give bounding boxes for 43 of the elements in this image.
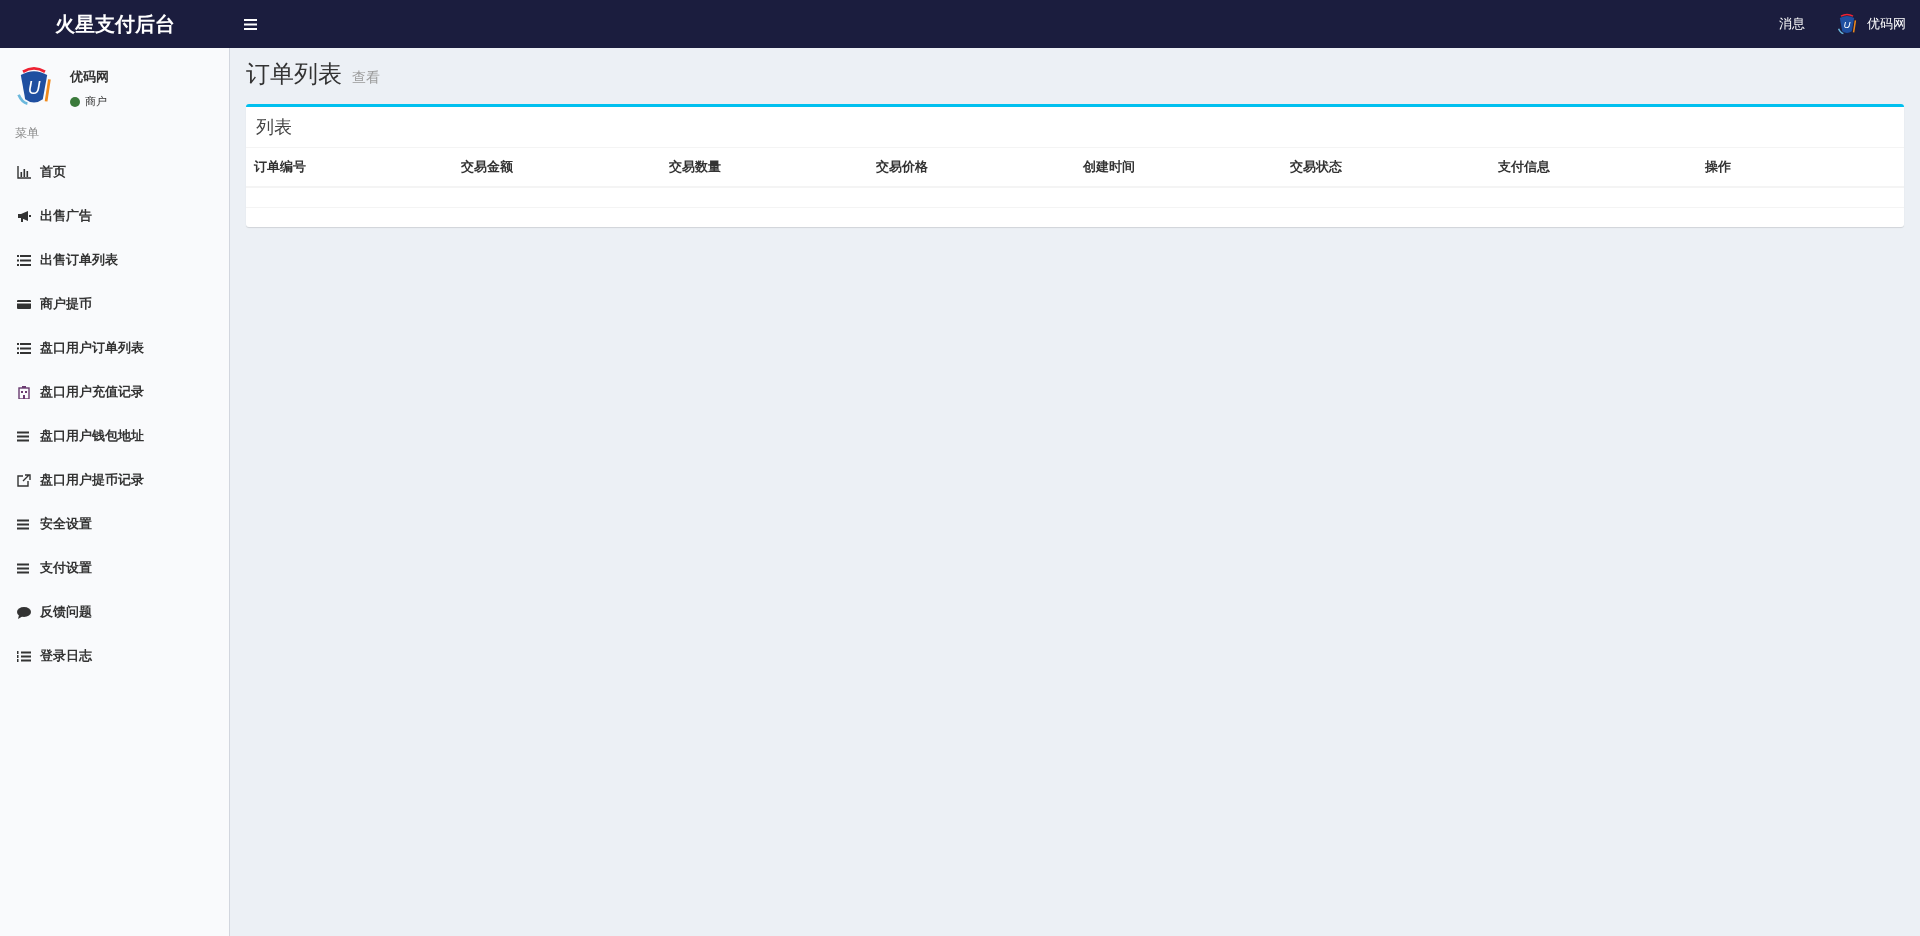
- megaphone-icon: [17, 209, 31, 223]
- speech-bubble-icon: [17, 605, 31, 619]
- building-icon: [17, 385, 31, 399]
- user-role: 商户: [85, 94, 107, 109]
- column-header: 交易数量: [667, 158, 722, 176]
- sidebar-item[interactable]: 登录日志: [0, 634, 229, 678]
- column-header: 交易价格: [874, 158, 929, 176]
- user-name: 优码网: [70, 68, 109, 86]
- user-link[interactable]: 优码网: [1867, 15, 1906, 33]
- list-icon: [17, 253, 31, 267]
- sidebar-item[interactable]: 盘口用户充值记录: [0, 370, 229, 414]
- sidebar-item[interactable]: 盘口用户订单列表: [0, 326, 229, 370]
- column-header: 创建时间: [1082, 158, 1136, 176]
- list-icon: [17, 341, 31, 355]
- menu-heading: 菜单: [14, 125, 40, 142]
- sidebar-item[interactable]: 安全设置: [0, 502, 229, 546]
- sidebar-item[interactable]: 出售订单列表: [0, 238, 229, 282]
- sidebar-item[interactable]: 盘口用户提币记录: [0, 458, 229, 502]
- sidebar-item[interactable]: 盘口用户钱包地址: [0, 414, 229, 458]
- column-header: 操作: [1703, 158, 1732, 176]
- sidebar-item[interactable]: 首页: [0, 150, 229, 194]
- column-header: 订单编号: [253, 158, 307, 176]
- app-title: 火星支付后台: [54, 10, 176, 38]
- column-header: 支付信息: [1496, 158, 1551, 176]
- sidebar-item[interactable]: 商户提币: [0, 282, 229, 326]
- menu-lines-icon: [17, 561, 31, 575]
- external-link-icon: [17, 473, 31, 487]
- sidebar-item[interactable]: 反馈问题: [0, 590, 229, 634]
- column-header: 交易状态: [1289, 158, 1344, 176]
- page-subtitle: 查看: [352, 69, 380, 87]
- page-title: 订单列表: [246, 59, 342, 90]
- menu-icon[interactable]: [244, 18, 257, 30]
- status-dot-icon: [70, 96, 80, 107]
- bar-chart-icon: [17, 165, 31, 179]
- sidebar-item[interactable]: 支付设置: [0, 546, 229, 590]
- messages-link[interactable]: 消息: [1779, 15, 1805, 33]
- credit-card-icon: [17, 297, 31, 311]
- column-header: 交易金额: [460, 158, 515, 176]
- panel-title: 列表: [246, 107, 1904, 148]
- sidebar-item[interactable]: 出售广告: [0, 194, 229, 238]
- menu-lines-icon: [17, 517, 31, 531]
- menu-lines-icon: [17, 429, 31, 443]
- numbered-list-icon: [17, 649, 31, 663]
